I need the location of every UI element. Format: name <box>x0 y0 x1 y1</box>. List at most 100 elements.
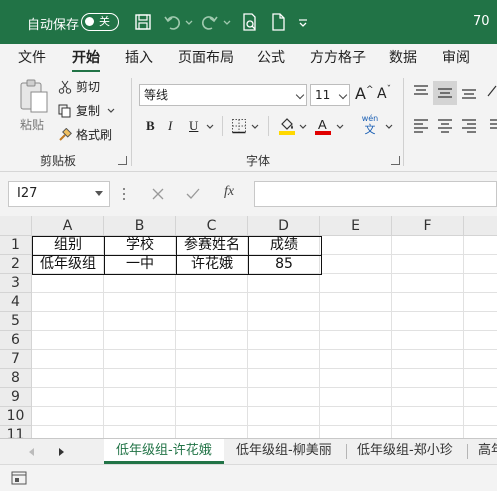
undo-icon[interactable] <box>162 12 182 32</box>
tab-home[interactable]: 开始 <box>72 47 100 73</box>
font-group-label: 字体 <box>246 154 271 168</box>
align-left-icon[interactable] <box>413 118 429 134</box>
sheet-tab-bar: 低年级组-许花娥 低年级组-柳美丽 低年级组-郑小珍 高年 <box>0 438 497 464</box>
redo-dropdown-icon[interactable] <box>222 12 232 32</box>
font-size-select[interactable]: 11 <box>310 84 350 106</box>
column-header-c[interactable]: C <box>176 216 248 236</box>
tab-data[interactable]: 数据 <box>389 47 417 67</box>
column-header-d[interactable]: D <box>248 216 320 236</box>
borders-dropdown-icon[interactable] <box>250 122 260 132</box>
sheet-tab-2[interactable]: 低年级组-柳美丽 <box>236 439 332 464</box>
tab-insert[interactable]: 插入 <box>125 47 153 67</box>
print-preview-icon[interactable] <box>240 12 260 32</box>
align-top-icon[interactable] <box>413 84 429 100</box>
save-icon[interactable] <box>133 12 153 32</box>
cell-d2[interactable]: 85 <box>248 255 320 274</box>
grow-font-button[interactable]: A^ <box>355 84 374 103</box>
italic-button[interactable]: I <box>168 118 172 134</box>
align-center-icon[interactable] <box>437 118 453 134</box>
align-bottom-icon[interactable] <box>461 84 477 100</box>
indent-icon[interactable] <box>486 118 497 134</box>
row-header-3[interactable]: 3 <box>0 274 32 293</box>
fill-color-dropdown-icon[interactable] <box>298 122 308 132</box>
new-document-icon[interactable] <box>268 12 288 32</box>
enter-icon[interactable] <box>186 188 200 200</box>
row-header-10[interactable]: 10 <box>0 407 32 426</box>
phonetic-pinyin: wén <box>361 114 379 123</box>
row-header-1[interactable]: 1 <box>0 236 32 255</box>
formula-input[interactable] <box>254 181 497 207</box>
bold-button[interactable]: B <box>146 118 155 134</box>
cut-button[interactable]: 剪切 <box>58 78 100 95</box>
cell-c2[interactable]: 许花娥 <box>176 255 248 274</box>
macro-record-icon[interactable] <box>11 471 27 485</box>
cancel-icon[interactable] <box>152 188 164 200</box>
sheet-tab-3[interactable]: 低年级组-郑小珍 <box>357 439 453 464</box>
align-right-icon[interactable] <box>461 118 477 134</box>
font-launcher-icon[interactable] <box>391 156 400 165</box>
tab-fangfang[interactable]: 方方格子 <box>310 47 366 67</box>
tab-file[interactable]: 文件 <box>18 47 46 67</box>
copy-button[interactable]: 复制 <box>58 102 120 119</box>
tab-page-layout[interactable]: 页面布局 <box>178 47 234 67</box>
scroll-left-icon[interactable] <box>29 448 35 456</box>
underline-button[interactable]: U <box>189 118 198 134</box>
phonetic-guide-button[interactable]: wén 文 <box>360 114 380 135</box>
column-header-a[interactable]: A <box>32 216 104 236</box>
row-header-7[interactable]: 7 <box>0 350 32 369</box>
sheet-tab-4[interactable]: 高年 <box>478 439 497 464</box>
undo-dropdown-icon[interactable] <box>184 12 194 32</box>
row-gridline <box>32 349 497 350</box>
font-name-select[interactable]: 等线 <box>139 84 307 106</box>
cell-b1[interactable]: 学校 <box>104 236 176 255</box>
underline-dropdown-icon[interactable] <box>205 122 215 132</box>
scroll-right-icon[interactable] <box>59 448 65 456</box>
cell-b2[interactable]: 一中 <box>104 255 176 274</box>
cell-c1[interactable]: 参赛姓名 <box>176 236 248 255</box>
insert-function-button[interactable]: fx <box>224 184 234 200</box>
formula-buttons: fx <box>142 181 252 207</box>
font-color-dropdown-icon[interactable] <box>335 122 345 132</box>
column-header-f[interactable]: F <box>392 216 464 236</box>
tab-formulas[interactable]: 公式 <box>257 47 285 67</box>
redo-icon[interactable] <box>200 12 220 32</box>
spreadsheet-grid[interactable]: ABCDEF 1 2 3 4 5 6 7 8 9 10 11 组别 学校 参赛姓名 成绩低年级组 一中 许花娥… <box>0 216 497 438</box>
phonetic-dropdown-icon[interactable] <box>384 122 394 132</box>
sheet-separator <box>346 444 347 459</box>
paste-button[interactable]: 粘贴 <box>14 76 54 138</box>
align-middle-button[interactable] <box>433 81 457 105</box>
borders-icon[interactable] <box>231 118 247 134</box>
clipboard-launcher-icon[interactable] <box>118 156 127 165</box>
title-bar: 自动保存 关 70 <box>0 0 497 44</box>
autosave-toggle[interactable]: 关 <box>81 13 119 31</box>
column-header-b[interactable]: B <box>104 216 176 236</box>
font-color-icon[interactable]: A <box>314 116 332 136</box>
shrink-font-button[interactable]: Aˇ <box>377 85 391 102</box>
sheet-tab-1[interactable]: 低年级组-许花娥 <box>104 439 224 464</box>
orientation-icon[interactable] <box>486 82 497 100</box>
cell-d1[interactable]: 成绩 <box>248 236 320 255</box>
formula-bar-grip-icon[interactable] <box>123 185 126 203</box>
cell-a2[interactable]: 低年级组 <box>32 255 104 274</box>
select-all-button[interactable] <box>0 216 32 236</box>
fill-color-icon[interactable] <box>278 116 296 136</box>
row-header-4[interactable]: 4 <box>0 293 32 312</box>
svg-text:A: A <box>318 117 327 132</box>
row-header-2[interactable]: 2 <box>0 255 32 274</box>
row-header-6[interactable]: 6 <box>0 331 32 350</box>
fill-color-swatch <box>279 131 295 135</box>
column-header-e[interactable]: E <box>320 216 392 236</box>
row-gridline <box>32 330 497 331</box>
format-painter-button[interactable]: 格式刷 <box>58 126 112 143</box>
column-header-partial[interactable] <box>464 216 497 236</box>
row-header-9[interactable]: 9 <box>0 388 32 407</box>
row-header-5[interactable]: 5 <box>0 312 32 331</box>
name-box-dropdown-icon[interactable] <box>95 191 103 197</box>
tab-review[interactable]: 审阅 <box>442 47 470 67</box>
copy-dropdown-icon[interactable] <box>106 106 116 116</box>
cell-a1[interactable]: 组别 <box>32 236 104 255</box>
name-box[interactable]: I27 <box>8 181 110 207</box>
row-header-11[interactable]: 11 <box>0 426 32 438</box>
customize-toolbar-icon[interactable] <box>297 12 309 32</box>
row-header-8[interactable]: 8 <box>0 369 32 388</box>
